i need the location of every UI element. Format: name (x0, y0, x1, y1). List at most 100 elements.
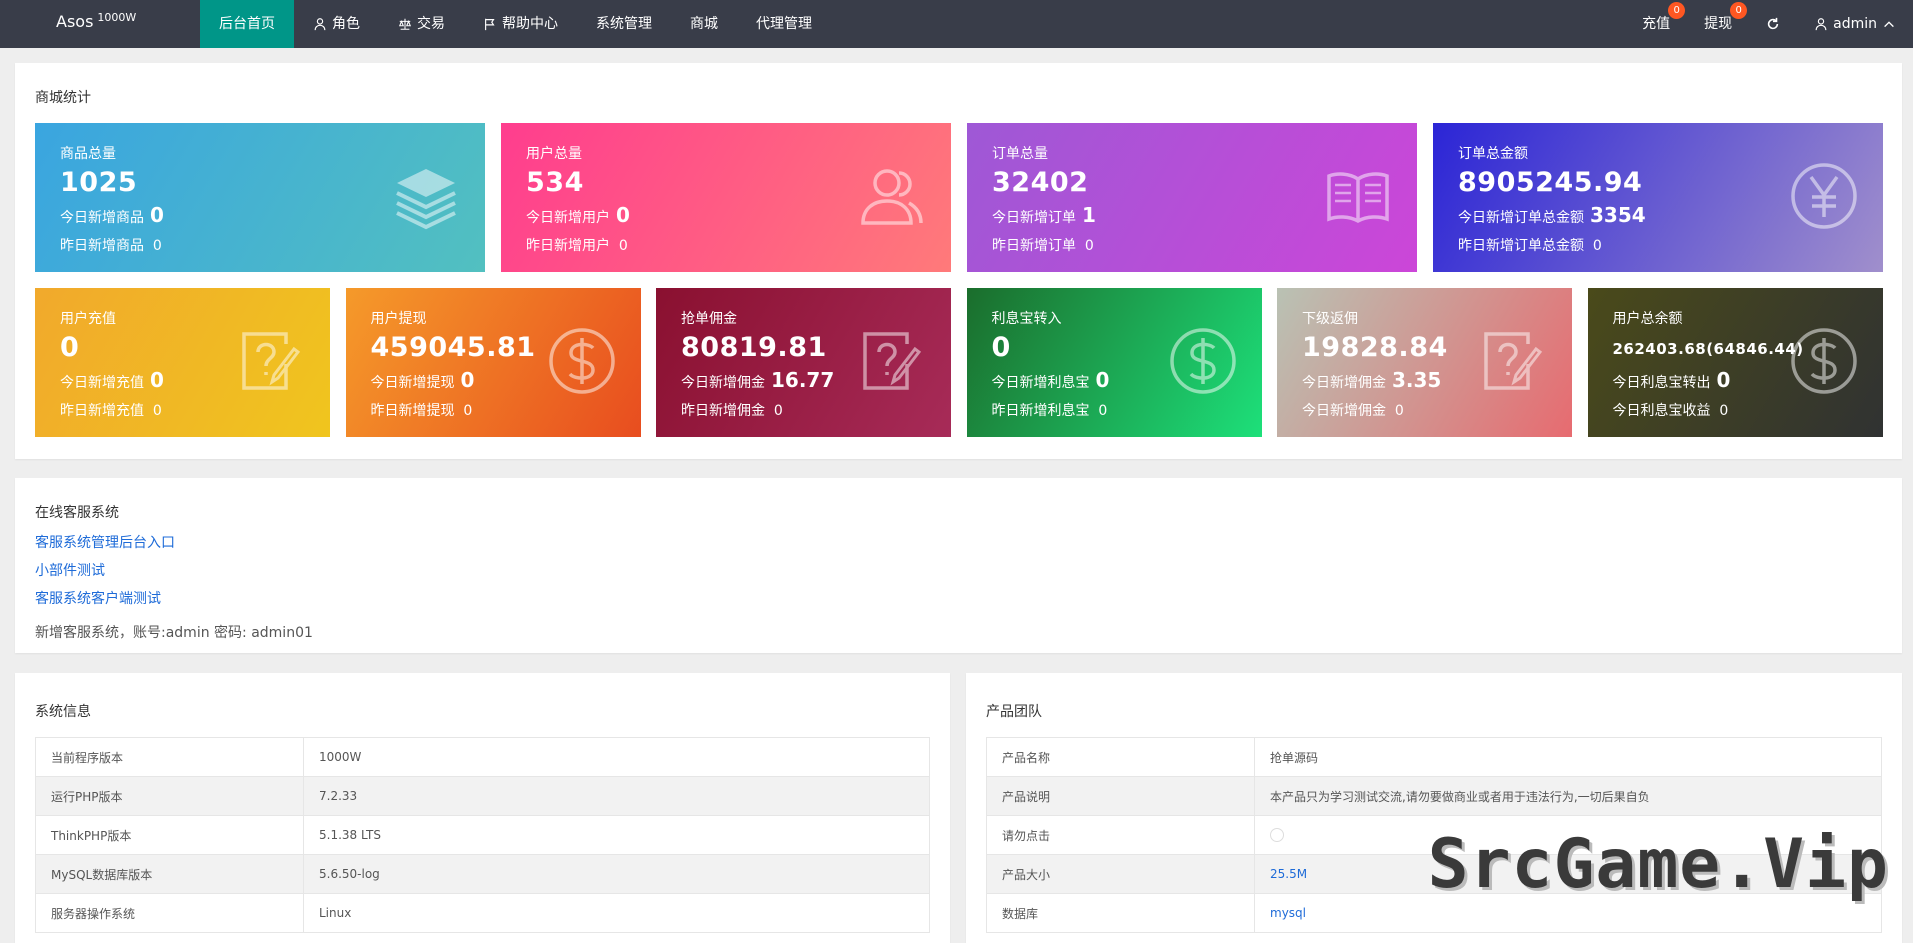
stat-title: 下级返佣 (1302, 308, 1358, 328)
stat-value: 0 (992, 332, 1011, 363)
stat-title: 订单总量 (992, 143, 1048, 163)
stat-yest-value: 0 (1085, 238, 1094, 254)
recharge-badge: 0 (1668, 2, 1685, 19)
stat-today: 今日新增商品0 (60, 203, 164, 227)
stat-yesterday: 昨日新增提现 0 (371, 400, 473, 420)
stat-yest-value: 0 (1719, 403, 1728, 419)
row-value: 5.6.50-log (304, 855, 930, 894)
table-row: ThinkPHP版本5.1.38 LTS (36, 816, 930, 855)
dont-click-icon[interactable] (1270, 828, 1284, 842)
stat-card: 用户总量 534 今日新增用户0 昨日新增用户 0 (501, 123, 951, 272)
stat-value: 8905245.94 (1458, 167, 1642, 198)
stat-yest-value: 0 (619, 238, 628, 254)
stat-yest-value: 0 (1593, 238, 1602, 254)
withdraw-badge: 0 (1730, 2, 1747, 19)
stat-title: 商品总量 (60, 143, 116, 163)
stat-yest-label: 昨日新增提现 (371, 403, 455, 419)
stat-yesterday: 昨日新增订单总金额 0 (1458, 235, 1602, 255)
stat-value: 1025 (60, 167, 137, 198)
row-label: MySQL数据库版本 (36, 855, 304, 894)
user-icon (313, 17, 327, 31)
logo[interactable]: Asos1000W (56, 12, 136, 31)
nav-help[interactable]: 帮助中心 (464, 0, 577, 48)
refresh-icon (1766, 17, 1780, 31)
stat-today-label: 今日新增充值 (60, 372, 144, 392)
stat-yest-label: 今日新增佣金 (1302, 403, 1386, 419)
row-label: 产品名称 (987, 738, 1255, 777)
row-label: 产品大小 (987, 855, 1255, 894)
brand-name: Asos (56, 12, 93, 31)
nav-mall[interactable]: 商城 (671, 0, 737, 48)
stat-today-value: 0 (150, 368, 164, 392)
stat-today-value: 1 (1082, 203, 1096, 227)
stat-value: 32402 (992, 167, 1088, 198)
service-admin-link[interactable]: 客服系统管理后台入口 (35, 532, 313, 552)
stat-value: 80819.81 (681, 332, 827, 363)
stat-today: 今日新增提现0 (371, 368, 475, 392)
stat-yest-label: 昨日新增利息宝 (992, 403, 1090, 419)
stat-title: 抢单佣金 (681, 308, 737, 328)
row-label: 产品说明 (987, 777, 1255, 816)
scale-icon (398, 17, 412, 31)
stat-today-label: 今日新增订单 (992, 207, 1076, 227)
stat-yest-label: 昨日新增用户 (526, 238, 610, 254)
table-row: 当前程序版本1000W (36, 738, 930, 777)
widget-test-link[interactable]: 小部件测试 (35, 560, 313, 580)
users-icon (857, 161, 927, 231)
stat-card: 订单总量 32402 今日新增订单 1 昨日新增订单 0 (967, 123, 1417, 272)
dollar-icon (1168, 326, 1238, 396)
stat-today: 今日新增佣金16.77 (681, 368, 834, 392)
stat-yest-value: 0 (463, 403, 472, 419)
stat-today: 今日新增充值 0 (60, 368, 164, 392)
stat-today-value: 3.35 (1392, 368, 1441, 392)
row-label: 请勿点击 (987, 816, 1255, 855)
stat-today-label: 今日新增订单总金额 (1458, 207, 1584, 227)
row-value: 1000W (304, 738, 930, 777)
nav-agent[interactable]: 代理管理 (737, 0, 831, 48)
service-title: 在线客服系统 (35, 502, 119, 522)
stat-yesterday: 昨日新增利息宝 0 (992, 400, 1108, 420)
stat-value: 0 (60, 332, 79, 363)
stat-yesterday: 昨日新增用户 0 (526, 235, 628, 255)
stat-yesterday: 昨日新增订单 0 (992, 235, 1094, 255)
stat-yest-value: 0 (153, 403, 162, 419)
nav-home-label: 后台首页 (219, 0, 275, 48)
stat-value: 19828.84 (1302, 332, 1448, 363)
nav-trade[interactable]: 交易 (379, 0, 464, 48)
dollar-icon (1789, 326, 1859, 396)
stats-title: 商城统计 (35, 87, 91, 107)
user-name: admin (1833, 0, 1877, 48)
stat-today-value: 0 (1096, 368, 1110, 392)
row-value: 本产品只为学习测试交流,请勿要做商业或者用于违法行为,一切后果自负 (1255, 777, 1882, 816)
nav-roles-label: 角色 (332, 0, 360, 48)
row-value: 5.1.38 LTS (304, 816, 930, 855)
sysinfo-title: 系统信息 (35, 701, 91, 721)
stat-today: 今日新增订单总金额3354 (1458, 203, 1646, 227)
withdraw-button[interactable]: 提现 0 (1687, 0, 1749, 48)
stat-yest-label: 昨日新增订单总金额 (1458, 238, 1584, 254)
row-label: 运行PHP版本 (36, 777, 304, 816)
stats-panel: 商城统计 商品总量1025今日新增商品0昨日新增商品 0用户总量534今日新增用… (15, 63, 1902, 459)
stat-value: 534 (526, 167, 584, 198)
stat-today-value: 0 (616, 203, 630, 227)
stat-today-label: 今日新增利息宝 (992, 372, 1090, 392)
nav-roles[interactable]: 角色 (294, 0, 379, 48)
user-icon (1814, 17, 1828, 31)
stat-today: 今日新增用户0 (526, 203, 630, 227)
stat-today-label: 今日新增商品 (60, 207, 144, 227)
recharge-button[interactable]: 充值 0 (1625, 0, 1687, 48)
client-test-link[interactable]: 客服系统客户端测试 (35, 588, 313, 608)
stat-yest-value: 0 (153, 238, 162, 254)
nav-home[interactable]: 后台首页 (200, 0, 294, 48)
nav-system-label: 系统管理 (596, 0, 652, 48)
stat-today: 今日利息宝转出0 (1613, 368, 1731, 392)
stat-title: 用户总量 (526, 143, 582, 163)
stat-card: 订单总金额8905245.94今日新增订单总金额3354昨日新增订单总金额 0 (1433, 123, 1883, 272)
user-menu[interactable]: admin (1797, 0, 1913, 48)
nav-system[interactable]: 系统管理 (577, 0, 671, 48)
stat-card: 用户总余额262403.68(64846.44)今日利息宝转出0今日利息宝收益 … (1588, 288, 1883, 437)
table-row: 服务器操作系统Linux (36, 894, 930, 933)
stat-yesterday: 昨日新增充值 0 (60, 400, 162, 420)
refresh-button[interactable] (1749, 0, 1797, 48)
sysinfo-panel: 系统信息 当前程序版本1000W运行PHP版本7.2.33ThinkPHP版本5… (15, 673, 950, 943)
